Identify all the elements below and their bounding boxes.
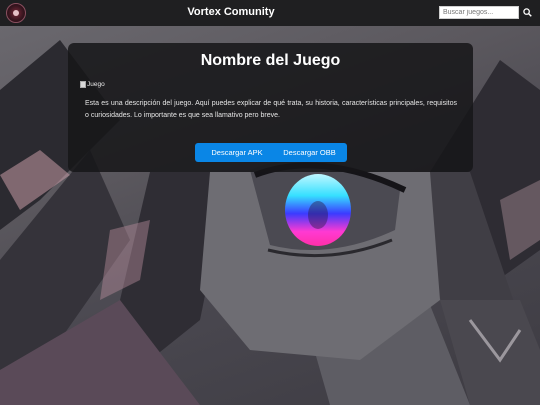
search-icon[interactable] xyxy=(523,8,532,17)
game-title: Nombre del Juego xyxy=(200,52,341,69)
game-card: Nombre del Juego Juego Esta es una descr… xyxy=(68,43,473,172)
game-image: Juego xyxy=(80,79,105,89)
download-apk-button[interactable]: Descargar APK xyxy=(195,143,279,162)
download-obb-button[interactable]: Descargar OBB xyxy=(272,143,347,162)
top-navbar: Vortex Comunity xyxy=(0,0,540,26)
search-input[interactable] xyxy=(439,6,519,19)
site-title: Vortex Comunity xyxy=(187,6,275,18)
broken-image-icon xyxy=(80,80,86,88)
game-description: Esta es una descripción del juego. Aquí … xyxy=(85,100,457,119)
game-image-alt-text: Juego xyxy=(87,80,105,88)
